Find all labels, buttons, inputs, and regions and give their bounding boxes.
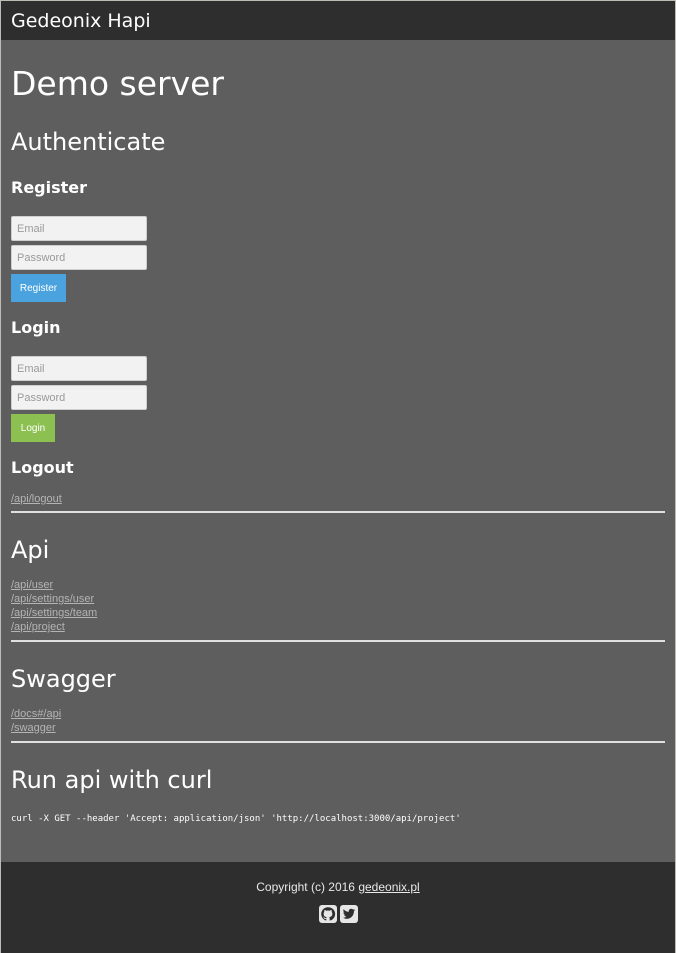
logout-heading: Logout xyxy=(11,458,74,477)
swagger-links: /docs#/api /swagger xyxy=(11,707,665,735)
divider xyxy=(11,640,665,642)
register-button[interactable]: Register xyxy=(11,274,66,302)
register-heading: Register xyxy=(11,178,88,197)
api-settings-user-link[interactable]: /api/settings/user xyxy=(11,592,665,606)
authenticate-heading: Authenticate xyxy=(11,128,166,156)
api-user-link[interactable]: /api/user xyxy=(11,578,665,592)
site-link[interactable]: gedeonix.pl xyxy=(358,880,419,894)
api-links: /api/user /api/settings/user /api/settin… xyxy=(11,578,665,634)
login-button[interactable]: Login xyxy=(11,414,55,442)
social-icons xyxy=(1,905,675,923)
api-project-link[interactable]: /api/project xyxy=(11,620,665,634)
swagger-link[interactable]: /swagger xyxy=(11,721,665,735)
curl-heading: Run api with curl xyxy=(11,766,213,794)
brand-title[interactable]: Gedeonix Hapi xyxy=(11,10,151,32)
login-heading: Login xyxy=(11,318,61,337)
api-settings-team-link[interactable]: /api/settings/team xyxy=(11,606,665,620)
register-password-field[interactable] xyxy=(11,245,147,270)
page-title: Demo server xyxy=(11,64,225,103)
copyright-text: Copyright (c) 2016 gedeonix.pl xyxy=(1,880,675,894)
main-content: Demo server Authenticate Register Regist… xyxy=(11,40,665,824)
footer: Copyright (c) 2016 gedeonix.pl xyxy=(1,862,675,953)
github-icon[interactable] xyxy=(318,905,337,923)
logout-link[interactable]: /api/logout xyxy=(11,492,665,506)
copyright-label: Copyright (c) 2016 xyxy=(256,880,355,894)
twitter-icon[interactable] xyxy=(339,905,358,923)
swagger-heading: Swagger xyxy=(11,665,116,693)
curl-command: curl -X GET --header 'Accept: applicatio… xyxy=(11,814,461,824)
divider xyxy=(11,511,665,513)
login-password-field[interactable] xyxy=(11,385,147,410)
api-heading: Api xyxy=(11,536,50,564)
docs-api-link[interactable]: /docs#/api xyxy=(11,707,665,721)
top-navbar: Gedeonix Hapi xyxy=(1,1,675,40)
register-email-field[interactable] xyxy=(11,216,147,241)
divider xyxy=(11,741,665,743)
login-email-field[interactable] xyxy=(11,356,147,381)
